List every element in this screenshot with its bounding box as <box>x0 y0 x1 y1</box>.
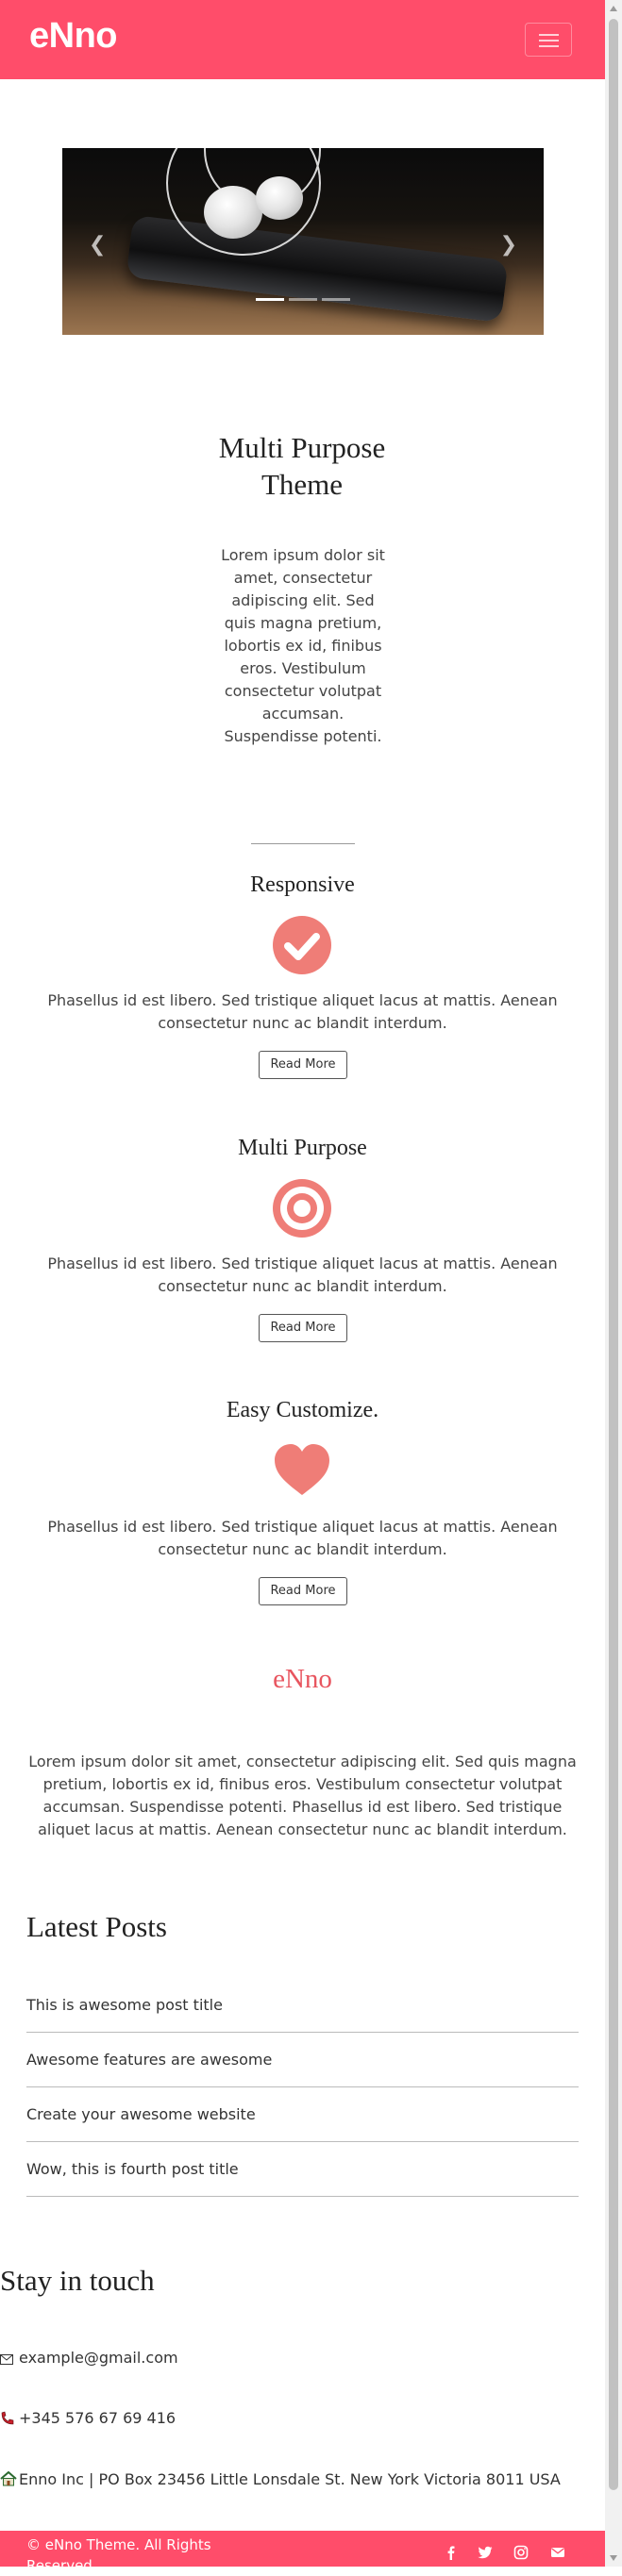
carousel-indicator[interactable] <box>322 298 350 301</box>
scrollbar[interactable] <box>605 0 622 2567</box>
latest-posts-heading: Latest Posts <box>26 1910 167 1943</box>
check-circle-icon <box>273 916 331 974</box>
menu-toggle-button[interactable] <box>525 23 572 57</box>
heart-icon <box>275 1444 329 1495</box>
copyright-text: © eNno Theme. All Rights Reserved <box>26 2536 211 2574</box>
feature-title-easy-customize: Easy Customize. <box>226 1398 379 1422</box>
contact-address: Enno Inc | PO Box 23456 Little Lonsdale … <box>0 2469 561 2492</box>
section-divider <box>251 843 355 844</box>
about-text: Lorem ipsum dolor sit amet, consectetur … <box>28 1753 577 1838</box>
scrollbar-thumb[interactable] <box>609 19 618 2490</box>
about-heading: eNno <box>273 1664 332 1694</box>
feature-text: Phasellus id est libero. Sed tristique a… <box>47 991 558 1032</box>
intro-text: Lorem ipsum dolor sit amet, consectetur … <box>221 546 385 745</box>
house-icon <box>0 2470 17 2492</box>
feature-text: Phasellus id est libero. Sed tristique a… <box>47 1255 558 1295</box>
chevron-right-icon[interactable]: ❯ <box>500 233 517 257</box>
facebook-icon[interactable] <box>444 2545 459 2560</box>
contact-email-text: example@gmail.com <box>19 2349 178 2367</box>
envelope-icon[interactable] <box>550 2545 565 2560</box>
carousel-indicator[interactable] <box>256 298 284 301</box>
contact-phone-text: +345 576 67 69 416 <box>19 2409 177 2427</box>
post-link[interactable]: This is awesome post title <box>26 1978 579 2033</box>
read-more-button[interactable]: Read More <box>259 1314 347 1342</box>
feature-text: Phasellus id est libero. Sed tristique a… <box>47 1518 558 1558</box>
twitter-icon[interactable] <box>478 2545 493 2560</box>
footer: © eNno Theme. All Rights Reserved <box>0 2531 605 2574</box>
brand-logo[interactable]: eNno <box>29 16 118 57</box>
carousel-indicators <box>256 298 350 302</box>
stay-in-touch-heading: Stay in touch <box>0 2264 155 2297</box>
read-more-button[interactable]: Read More <box>259 1577 347 1605</box>
carousel-indicator[interactable] <box>289 298 317 301</box>
intro-title: Multi Purpose Theme <box>218 431 386 501</box>
post-link[interactable]: Create your awesome website <box>26 2087 579 2142</box>
earbud-image <box>204 186 262 239</box>
contact-email[interactable]: example@gmail.com <box>0 2348 178 2370</box>
hamburger-icon <box>539 34 559 36</box>
chevron-left-icon[interactable]: ❮ <box>89 233 106 257</box>
contact-phone[interactable]: +345 576 67 69 416 <box>0 2408 176 2431</box>
scroll-down-arrow[interactable] <box>610 2555 617 2561</box>
post-link[interactable]: Wow, this is fourth post title <box>26 2142 579 2197</box>
read-more-button[interactable]: Read More <box>259 1051 347 1079</box>
navbar: eNno <box>0 0 605 79</box>
envelope-icon <box>0 2350 15 2370</box>
page: eNno ❮ ❯ Multi Purpose Theme Lorem ipsum… <box>0 0 605 2574</box>
contact-address-text: Enno Inc | PO Box 23456 Little Lonsdale … <box>19 2470 561 2488</box>
target-icon <box>273 1179 331 1238</box>
feature-title-responsive: Responsive <box>250 873 355 897</box>
phone-icon <box>0 2410 15 2431</box>
scroll-up-arrow[interactable] <box>610 6 617 11</box>
post-link[interactable]: Awesome features are awesome <box>26 2033 579 2087</box>
feature-title-multi-purpose: Multi Purpose <box>238 1136 367 1160</box>
instagram-icon[interactable] <box>513 2545 529 2560</box>
hero-carousel[interactable]: ❮ ❯ <box>62 148 544 335</box>
